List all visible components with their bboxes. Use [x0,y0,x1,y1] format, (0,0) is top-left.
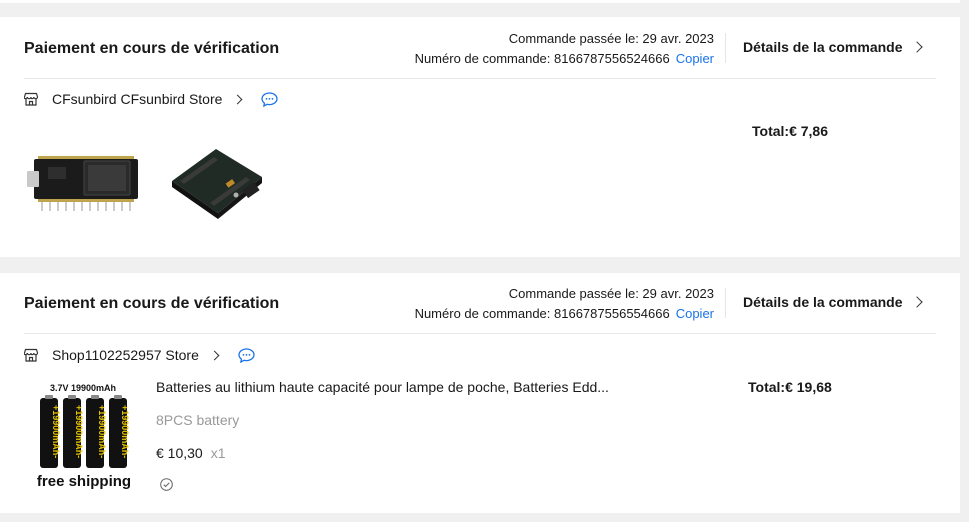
chat-bubble-icon[interactable] [238,347,255,363]
battery-label: +19900mAh- [120,405,130,458]
chevron-right-icon [910,41,923,53]
battery-pack-illustration: +19900mAh- +19900mAh- +19900mAh- +19900m… [40,395,130,468]
previous-order-card-bottom [0,0,960,3]
copy-order-number-button[interactable]: Copier [676,306,714,321]
store-icon [24,92,38,106]
chevron-right-icon[interactable] [209,350,220,360]
order-card-1: Paiement en cours de vérification Comman… [0,17,960,257]
store-name-link[interactable]: CFsunbird CFsunbird Store [52,91,222,107]
order-number: Numéro de commande: 8166787556524666 [414,51,670,66]
product-title-link[interactable]: Batteries au lithium haute capacité pour… [156,379,609,395]
product-price: € 10,30 [156,445,203,461]
order-total: Total:€ 19,68 [748,379,832,395]
product-variant: 8PCS battery [156,412,240,428]
copy-order-number-button[interactable]: Copier [676,51,714,66]
chevron-right-icon[interactable] [232,94,243,104]
order-details-label: Détails de la commande [743,294,903,310]
store-row: CFsunbird CFsunbird Store [24,91,279,107]
store-name-link[interactable]: Shop1102252957 Store [52,347,199,363]
order-status: Paiement en cours de vérification [24,40,280,57]
product-thumbnail-expansion-board[interactable] [166,141,266,223]
chevron-right-icon [910,296,923,308]
chat-bubble-icon[interactable] [261,91,279,107]
order-date: Commande passée le: 29 avr. 2023 [508,286,714,301]
image-caption-bottom: free shipping [36,473,132,490]
order-meta: Commande passée le: 29 avr. 2023 Numéro … [415,284,714,324]
order-number-row: Numéro de commande: 8166787556554666 Copi… [415,304,714,324]
battery-label: +19900mAh- [74,405,84,458]
order-details-label: Détails de la commande [743,39,903,55]
product-price-row: € 10,30 x1 [156,445,226,461]
order-number-row: Numéro de commande: 8166787556524666 Copi… [415,49,714,69]
battery-label: +19900mAh- [51,405,61,458]
header-separator [24,333,936,334]
image-caption-top: 3.7V 19900mAh [49,383,117,393]
header-separator [24,78,936,79]
order-card-2: Paiement en cours de vérification Comman… [0,273,960,513]
header-divider [725,33,726,63]
battery-label: +19900mAh- [97,405,107,458]
shield-check-icon[interactable] [160,478,173,491]
product-thumbnail-esp32-board[interactable] [24,141,142,221]
product-quantity: x1 [210,445,226,461]
store-icon [24,348,38,362]
product-thumbnail-batteries[interactable]: 3.7V 19900mAh +19900mAh- +19900mAh- +199… [24,379,144,497]
store-row: Shop1102252957 Store [24,347,255,363]
order-details-link[interactable]: Détails de la commande [743,294,923,310]
header-divider [725,288,726,318]
order-total: Total:€ 7,86 [752,123,828,139]
order-details-link[interactable]: Détails de la commande [743,39,923,55]
order-number: Numéro de commande: 8166787556554666 [414,306,670,321]
order-date: Commande passée le: 29 avr. 2023 [508,31,714,46]
order-meta: Commande passée le: 29 avr. 2023 Numéro … [415,29,714,69]
order-status: Paiement en cours de vérification [24,295,280,312]
